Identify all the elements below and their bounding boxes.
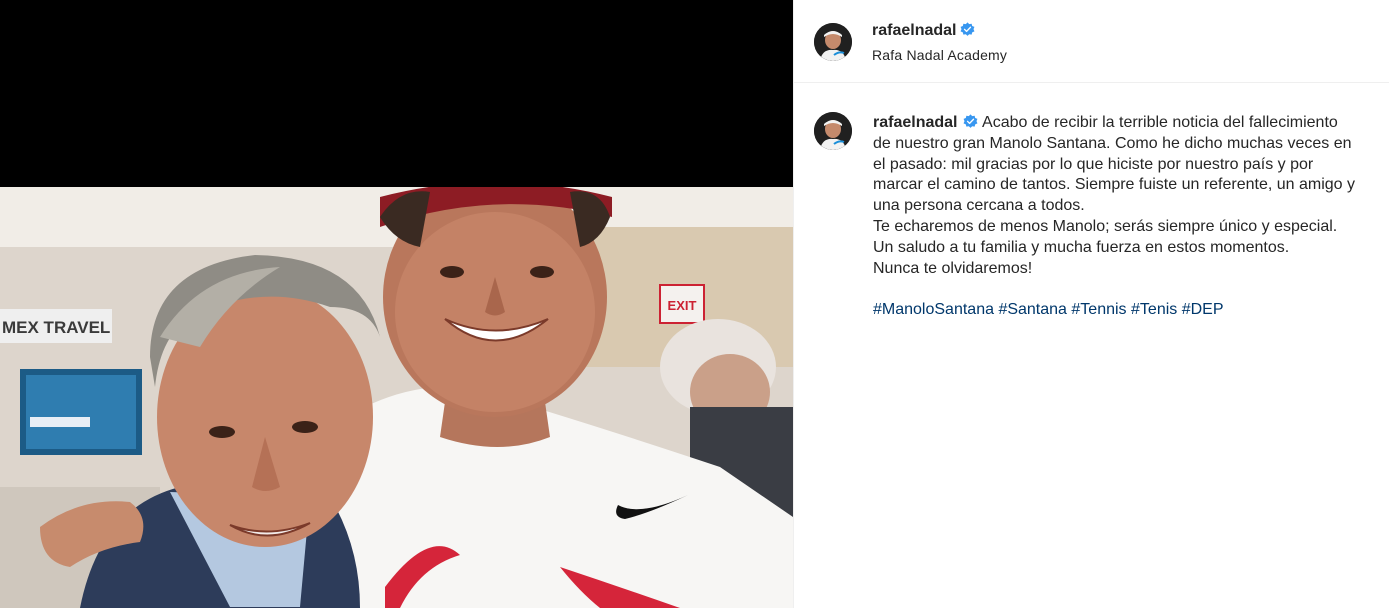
- caption-line: una persona cercana a todos.: [873, 197, 1085, 215]
- caption-line: Nunca te olvidaremos!: [873, 259, 1033, 277]
- header-username-text[interactable]: rafaelnadal: [872, 22, 956, 39]
- caption-line: de nuestro gran Manolo Santana. Como he …: [873, 134, 1352, 152]
- caption-line: el pasado: mil gracias por lo que hicist…: [873, 155, 1314, 173]
- verified-badge-icon: [961, 22, 975, 36]
- hashtag-link[interactable]: #Tennis: [1071, 301, 1126, 318]
- verified-badge-icon: [964, 114, 978, 128]
- hashtag-list: #ManoloSantana #Santana #Tennis #Tenis #…: [873, 300, 1378, 321]
- caption-line-text: Acabo de recibir la terrible noticia del…: [982, 114, 1338, 131]
- hashtag-link[interactable]: #Santana: [998, 301, 1067, 318]
- caption-line: rafaelnadal Acabo de recibir la terrible…: [873, 113, 1378, 134]
- hashtag-link[interactable]: #Tenis: [1131, 301, 1177, 318]
- post-location[interactable]: Rafa Nadal Academy: [872, 47, 1007, 63]
- caption-username[interactable]: rafaelnadal: [873, 114, 957, 131]
- post-side-panel: rafaelnadal Rafa Nadal Academy rafaelnad…: [793, 0, 1389, 608]
- post-photo: EXIT MEX TRAVEL: [0, 187, 793, 608]
- hashtag-link[interactable]: #ManoloSantana: [873, 301, 994, 318]
- header-username[interactable]: rafaelnadal: [872, 22, 975, 40]
- post-media[interactable]: EXIT MEX TRAVEL: [0, 0, 793, 608]
- instagram-post-view: EXIT MEX TRAVEL rafaelnadal Rafa Nadal A…: [0, 0, 1389, 608]
- sponsor-banner-text: MEX TRAVEL: [2, 318, 110, 337]
- caption-text: rafaelnadal Acabo de recibir la terrible…: [873, 113, 1378, 321]
- caption-line: Te echaremos de menos Manolo; serás siem…: [873, 217, 1338, 235]
- exit-sign-text: EXIT: [668, 298, 697, 313]
- caption-line: marcar el camino de tantos. Siempre fuis…: [873, 176, 1356, 194]
- caption-line: Un saludo a tu familia y mucha fuerza en…: [873, 238, 1290, 256]
- post-header: rafaelnadal Rafa Nadal Academy: [794, 0, 1389, 83]
- caption-avatar[interactable]: [814, 112, 852, 150]
- profile-avatar[interactable]: [814, 23, 852, 61]
- hashtag-link[interactable]: #DEP: [1182, 301, 1224, 318]
